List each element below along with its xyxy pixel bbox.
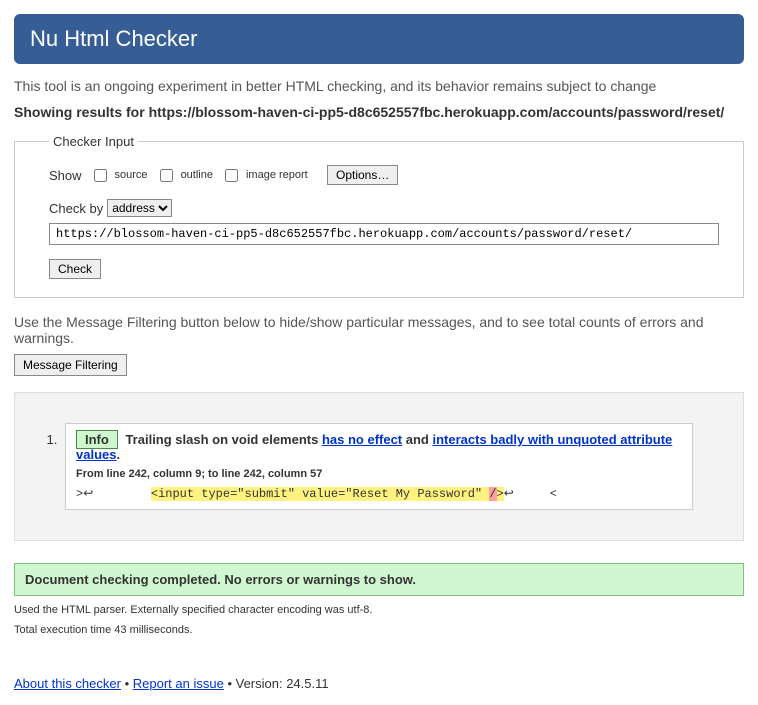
check-row: Check bbox=[49, 259, 719, 279]
version-label: Version: bbox=[236, 676, 287, 691]
message-location: From line 242, column 9; to line 242, co… bbox=[76, 468, 682, 480]
fieldset-legend: Checker Input bbox=[49, 134, 138, 149]
message-text: Trailing slash on void elements has no e… bbox=[76, 432, 672, 462]
timing-meta: Total execution time 43 milliseconds. bbox=[14, 624, 744, 636]
image-report-checkbox[interactable] bbox=[225, 169, 238, 182]
check-by-select[interactable]: address bbox=[107, 199, 172, 217]
source-checkbox[interactable] bbox=[94, 169, 107, 182]
messages-list: Info Trailing slash on void elements has… bbox=[35, 423, 693, 510]
intro-text: This tool is an ongoing experiment in be… bbox=[14, 78, 744, 94]
outline-label: outline bbox=[181, 169, 213, 181]
show-label: Show bbox=[49, 168, 82, 183]
source-label: source bbox=[115, 169, 148, 181]
checkby-row: Check by address bbox=[49, 199, 719, 245]
header-bar: Nu Html Checker bbox=[14, 14, 744, 64]
report-link[interactable]: Report an issue bbox=[133, 676, 224, 691]
options-button[interactable]: Options… bbox=[327, 165, 398, 185]
image-report-label: image report bbox=[246, 169, 308, 181]
show-row: Show source outline image report Options… bbox=[49, 165, 719, 185]
success-bar: Document checking completed. No errors o… bbox=[14, 563, 744, 596]
code-hl-main: <input type="submit" value="Reset My Pas… bbox=[151, 487, 489, 501]
check-by-label: Check by bbox=[49, 201, 103, 216]
code-extract: >↩ <input type="submit" value="Reset My … bbox=[76, 486, 682, 501]
msg-mid: and bbox=[402, 432, 432, 447]
msg-prefix: Trailing slash on void elements bbox=[125, 432, 322, 447]
code-highlight: <input type="submit" value="Reset My Pas… bbox=[151, 487, 504, 501]
about-link[interactable]: About this checker bbox=[14, 676, 121, 691]
check-button[interactable]: Check bbox=[49, 259, 101, 279]
results-heading: Showing results for https://blossom-have… bbox=[14, 104, 744, 120]
message-card: Info Trailing slash on void elements has… bbox=[65, 423, 693, 510]
filter-hint: Use the Message Filtering button below t… bbox=[14, 314, 744, 346]
outline-checkbox[interactable] bbox=[160, 169, 173, 182]
version-value: 24.5.11 bbox=[286, 676, 328, 691]
parser-meta: Used the HTML parser. Externally specifi… bbox=[14, 604, 744, 616]
message-heading: Info Trailing slash on void elements has… bbox=[76, 432, 682, 462]
footer: About this checker • Report an issue • V… bbox=[14, 676, 744, 691]
url-input[interactable] bbox=[49, 223, 719, 245]
results-block: Info Trailing slash on void elements has… bbox=[14, 392, 744, 541]
footer-sep: • bbox=[125, 676, 133, 691]
footer-sep2: • bbox=[227, 676, 235, 691]
message-item: Info Trailing slash on void elements has… bbox=[61, 423, 693, 510]
code-slash: / bbox=[489, 487, 496, 501]
page-title: Nu Html Checker bbox=[30, 26, 728, 52]
checker-input-fieldset: Checker Input Show source outline image … bbox=[14, 134, 744, 298]
results-heading-prefix: Showing results for bbox=[14, 104, 149, 120]
results-heading-url: https://blossom-haven-ci-pp5-d8c652557fb… bbox=[149, 104, 725, 120]
code-after: ↩ < bbox=[504, 487, 557, 501]
msg-suffix: . bbox=[116, 447, 120, 462]
msg-link-1[interactable]: has no effect bbox=[322, 432, 402, 447]
code-post: > bbox=[497, 487, 504, 501]
message-filtering-button[interactable]: Message Filtering bbox=[14, 354, 127, 376]
code-pre: >↩ bbox=[76, 487, 151, 501]
